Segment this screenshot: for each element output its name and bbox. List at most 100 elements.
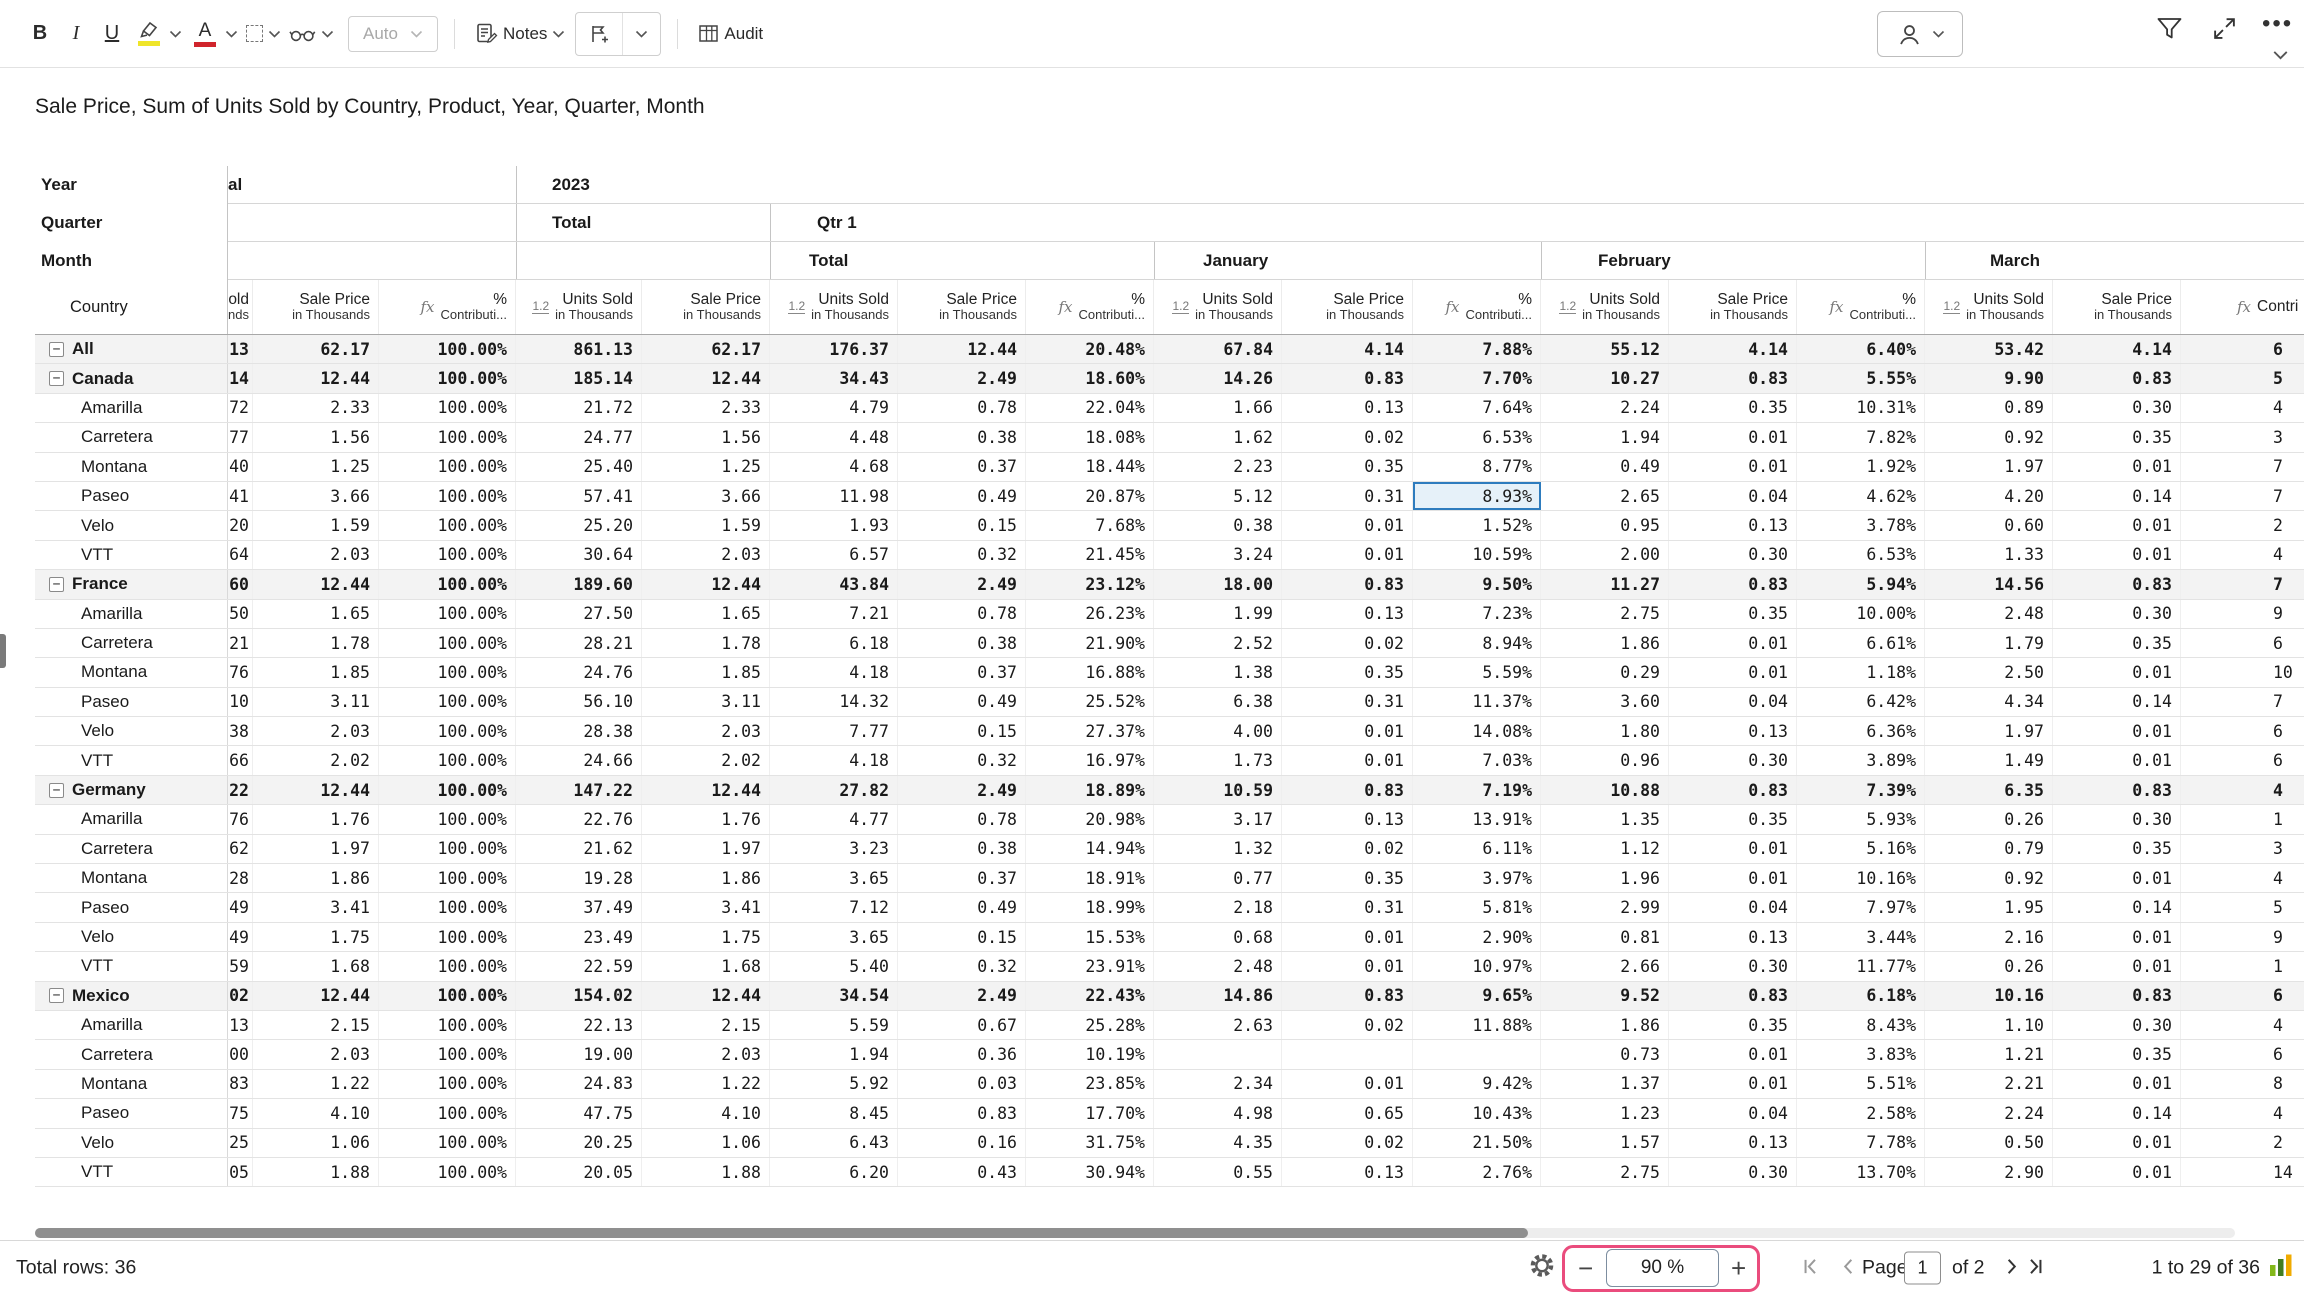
data-cell[interactable]: 0.35 bbox=[1669, 600, 1797, 628]
data-cell[interactable]: 2.48 bbox=[1154, 952, 1282, 980]
measure-column-header-c11[interactable]: 1.2Units Soldin Thousands bbox=[1541, 280, 1669, 334]
data-cell[interactable]: 0.01 bbox=[1669, 423, 1797, 451]
collapse-icon[interactable]: − bbox=[49, 988, 64, 1003]
data-cell[interactable]: 1.76 bbox=[642, 805, 770, 833]
data-cell[interactable]: 0.68 bbox=[1154, 923, 1282, 951]
data-cell[interactable]: 0.83 bbox=[2053, 364, 2181, 392]
data-cell[interactable]: 100.00% bbox=[379, 570, 516, 598]
month-header-january[interactable]: January bbox=[1154, 242, 1541, 279]
data-cell[interactable]: 2.21 bbox=[1925, 1070, 2053, 1098]
data-cell[interactable]: 1.06 bbox=[642, 1129, 770, 1157]
data-cell[interactable]: 30.64 bbox=[516, 541, 642, 569]
data-cell[interactable]: 1.35 bbox=[1541, 805, 1669, 833]
data-cell[interactable]: 28 bbox=[228, 864, 253, 892]
data-cell[interactable]: 25 bbox=[228, 1129, 253, 1157]
data-cell[interactable]: 24.77 bbox=[516, 423, 642, 451]
data-cell[interactable]: 1 bbox=[2181, 952, 2304, 980]
data-cell[interactable]: 0.35 bbox=[1282, 864, 1413, 892]
data-cell[interactable]: 75 bbox=[228, 1099, 253, 1127]
measure-column-header-c13[interactable]: fx%Contributi... bbox=[1797, 280, 1925, 334]
data-cell[interactable]: 10 bbox=[2181, 658, 2304, 686]
data-cell[interactable]: 1.32 bbox=[1154, 835, 1282, 863]
data-cell[interactable]: 1.86 bbox=[1541, 1011, 1669, 1039]
data-cell[interactable]: 2.03 bbox=[642, 1040, 770, 1068]
data-cell[interactable]: 4 bbox=[2181, 864, 2304, 892]
data-cell[interactable]: 0.35 bbox=[1282, 453, 1413, 481]
data-cell[interactable]: 0.92 bbox=[1925, 864, 2053, 892]
data-cell[interactable]: 1.25 bbox=[253, 453, 379, 481]
data-cell[interactable]: 4.48 bbox=[770, 423, 898, 451]
row-header-canada[interactable]: −Canada bbox=[35, 364, 228, 392]
data-cell[interactable]: 12.44 bbox=[253, 982, 379, 1010]
data-cell[interactable]: 100.00% bbox=[379, 423, 516, 451]
data-cell[interactable]: 3.97% bbox=[1413, 864, 1541, 892]
view-formulas-control[interactable] bbox=[289, 25, 334, 43]
data-cell[interactable]: 24.83 bbox=[516, 1070, 642, 1098]
data-cell[interactable]: 7.21 bbox=[770, 600, 898, 628]
data-cell[interactable]: 6 bbox=[2181, 746, 2304, 774]
row-header-paseo[interactable]: Paseo bbox=[35, 1099, 228, 1127]
data-cell[interactable]: 100.00% bbox=[379, 394, 516, 422]
data-cell[interactable]: 0.01 bbox=[1669, 1040, 1797, 1068]
data-cell[interactable]: 0.02 bbox=[1282, 835, 1413, 863]
data-cell[interactable]: 26.23% bbox=[1026, 600, 1154, 628]
data-cell[interactable]: 4.79 bbox=[770, 394, 898, 422]
data-cell[interactable]: 2.33 bbox=[642, 394, 770, 422]
data-cell[interactable]: 10.43% bbox=[1413, 1099, 1541, 1127]
data-cell[interactable]: 100.00% bbox=[379, 688, 516, 716]
data-cell[interactable]: 5.59% bbox=[1413, 658, 1541, 686]
data-cell[interactable]: 2.15 bbox=[253, 1011, 379, 1039]
data-cell[interactable]: 0.29 bbox=[1541, 658, 1669, 686]
measure-column-header-c14[interactable]: 1.2Units Soldin Thousands bbox=[1925, 280, 2053, 334]
row-header-vtt[interactable]: VTT bbox=[35, 541, 228, 569]
data-cell[interactable]: 147.22 bbox=[516, 776, 642, 804]
data-cell[interactable]: 7.97% bbox=[1797, 893, 1925, 921]
row-header-montana[interactable]: Montana bbox=[35, 658, 228, 686]
row-header-paseo[interactable]: Paseo bbox=[35, 688, 228, 716]
quarter-header-qtr1[interactable]: Qtr 1 bbox=[770, 204, 2304, 241]
data-cell[interactable]: 9 bbox=[2181, 600, 2304, 628]
data-cell[interactable]: 17.70% bbox=[1026, 1099, 1154, 1127]
account-button[interactable] bbox=[1877, 11, 1963, 57]
data-cell[interactable]: 100.00% bbox=[379, 629, 516, 657]
row-header-amarilla[interactable]: Amarilla bbox=[35, 1011, 228, 1039]
data-cell[interactable]: 7.68% bbox=[1026, 511, 1154, 539]
data-cell[interactable]: 6.20 bbox=[770, 1158, 898, 1186]
zoom-out-button[interactable]: − bbox=[1578, 1255, 1593, 1281]
data-cell[interactable]: 0.30 bbox=[2053, 600, 2181, 628]
data-cell[interactable]: 6 bbox=[2181, 335, 2304, 363]
data-cell[interactable]: 0.01 bbox=[2053, 541, 2181, 569]
data-cell[interactable]: 0.43 bbox=[898, 1158, 1026, 1186]
data-cell[interactable]: 64 bbox=[228, 541, 253, 569]
data-cell[interactable]: 0.01 bbox=[2053, 1070, 2181, 1098]
more-options-icon[interactable]: ••• bbox=[2262, 12, 2293, 36]
data-cell[interactable]: 4.35 bbox=[1154, 1129, 1282, 1157]
row-header-mexico[interactable]: −Mexico bbox=[35, 982, 228, 1010]
data-cell[interactable]: 3.65 bbox=[770, 923, 898, 951]
data-cell[interactable]: 0.83 bbox=[1282, 776, 1413, 804]
data-cell[interactable]: 0.31 bbox=[1282, 893, 1413, 921]
data-cell[interactable]: 100.00% bbox=[379, 1070, 516, 1098]
data-cell[interactable]: 13.91% bbox=[1413, 805, 1541, 833]
data-cell[interactable]: 0.01 bbox=[1282, 923, 1413, 951]
data-cell[interactable]: 24.66 bbox=[516, 746, 642, 774]
data-cell[interactable]: 1.68 bbox=[253, 952, 379, 980]
data-cell[interactable]: 18.00 bbox=[1154, 570, 1282, 598]
horizontal-scrollbar-handle[interactable] bbox=[35, 1228, 1528, 1238]
data-cell[interactable]: 3.23 bbox=[770, 835, 898, 863]
data-cell[interactable]: 100.00% bbox=[379, 923, 516, 951]
data-cell[interactable]: 6.35 bbox=[1925, 776, 2053, 804]
data-cell[interactable]: 100.00% bbox=[379, 893, 516, 921]
data-cell[interactable]: 2.49 bbox=[898, 570, 1026, 598]
data-cell[interactable]: 4 bbox=[2181, 1099, 2304, 1127]
data-cell[interactable]: 41 bbox=[228, 482, 253, 510]
data-cell[interactable]: 22.76 bbox=[516, 805, 642, 833]
data-cell[interactable]: 1.97 bbox=[642, 835, 770, 863]
data-cell[interactable]: 4.68 bbox=[770, 453, 898, 481]
data-cell[interactable]: 14 bbox=[228, 364, 253, 392]
data-cell[interactable]: 77 bbox=[228, 423, 253, 451]
data-cell[interactable]: 3.24 bbox=[1154, 541, 1282, 569]
data-cell[interactable]: 0.32 bbox=[898, 746, 1026, 774]
data-cell[interactable]: 76 bbox=[228, 805, 253, 833]
row-header-amarilla[interactable]: Amarilla bbox=[35, 394, 228, 422]
